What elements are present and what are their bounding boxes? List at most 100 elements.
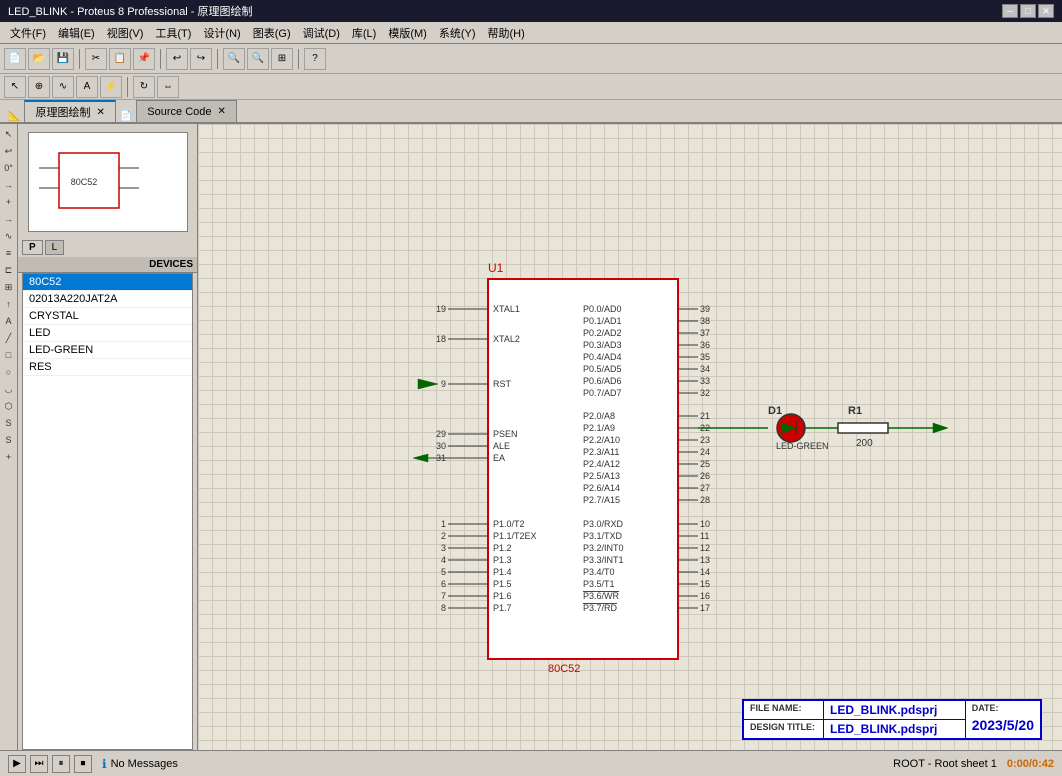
left-mirror[interactable]: → (1, 177, 17, 193)
svg-text:19: 19 (436, 304, 446, 314)
menu-system[interactable]: 系统(Y) (433, 23, 482, 43)
redo-button[interactable]: ↪ (190, 48, 212, 70)
save-button[interactable]: 💾 (52, 48, 74, 70)
left-label[interactable]: ⊏ (1, 262, 17, 278)
device-item-2[interactable]: CRYSTAL (23, 308, 192, 325)
menu-template[interactable]: 模版(M) (382, 23, 433, 43)
menu-help[interactable]: 帮助(H) (482, 23, 531, 43)
menu-design[interactable]: 设计(N) (197, 23, 246, 43)
wire-button[interactable]: ∿ (52, 76, 74, 98)
svg-text:80C52: 80C52 (70, 177, 97, 187)
device-list[interactable]: 80C52 02013A220JAT2A CRYSTAL LED LED-GRE… (22, 273, 193, 750)
play-button[interactable]: ▶ (8, 755, 26, 773)
svg-text:P0.3/AD3: P0.3/AD3 (583, 340, 622, 350)
tab-schematic-close[interactable]: ✕ (96, 107, 104, 118)
menu-debug[interactable]: 调试(D) (297, 23, 346, 43)
left-circle[interactable]: ○ (1, 364, 17, 380)
left-component[interactable]: + (1, 194, 17, 210)
left-wire[interactable]: ∿ (1, 228, 17, 244)
left-rect[interactable]: □ (1, 347, 17, 363)
left-script[interactable]: S (1, 415, 17, 431)
schematic-canvas[interactable]: U1 80C52 19 XTAL1 18 XTAL2 9 RST 29 PSEN (198, 124, 1062, 750)
undo-button[interactable]: ↩ (166, 48, 188, 70)
svg-text:10: 10 (700, 519, 710, 529)
menu-graph[interactable]: 图表(G) (247, 23, 297, 43)
svg-text:9: 9 (441, 379, 446, 389)
left-line[interactable]: ╱ (1, 330, 17, 346)
svg-text:39: 39 (700, 304, 710, 314)
power-button[interactable]: ⚡ (100, 76, 122, 98)
tab-schematic[interactable]: 原理图绘制 ✕ (24, 100, 115, 122)
paste-button[interactable]: 📌 (133, 48, 155, 70)
left-redo[interactable]: 0° (1, 160, 17, 176)
svg-text:36: 36 (700, 340, 710, 350)
stop-button[interactable]: ⏹ (74, 755, 92, 773)
svg-text:P3.4/T0: P3.4/T0 (583, 567, 615, 577)
sidebar: 80C52 P L DEVICES 80C52 02013A220JAT2A C… (18, 124, 198, 750)
left-poly[interactable]: ⬡ (1, 398, 17, 414)
select-button[interactable]: ↖ (4, 76, 26, 98)
tab-sourcecode[interactable]: Source Code ✕ (136, 100, 237, 122)
fit-button[interactable]: ⊞ (271, 48, 293, 70)
zoom-in-button[interactable]: 🔍 (223, 48, 245, 70)
left-power[interactable]: ⊞ (1, 279, 17, 295)
status-controls: ▶ ⏭ ⏸ ⏹ (8, 755, 92, 773)
left-arc[interactable]: ◡ (1, 381, 17, 397)
menu-file[interactable]: 文件(F) (4, 23, 52, 43)
svg-text:28: 28 (700, 495, 710, 505)
close-button[interactable]: ✕ (1038, 4, 1054, 18)
cut-button[interactable]: ✂ (85, 48, 107, 70)
svg-text:21: 21 (700, 411, 710, 421)
label-button[interactable]: A (76, 76, 98, 98)
tab-icon-schematic: 📐 (4, 111, 24, 122)
device-item-0[interactable]: 80C52 (23, 274, 192, 291)
menu-library[interactable]: 库(L) (346, 23, 382, 43)
menu-view[interactable]: 视图(V) (101, 23, 150, 43)
left-sym[interactable]: S (1, 432, 17, 448)
svg-text:P1.1/T2EX: P1.1/T2EX (493, 531, 537, 541)
svg-text:P3.1/TXD: P3.1/TXD (583, 531, 623, 541)
left-text[interactable]: A (1, 313, 17, 329)
svg-text:24: 24 (700, 447, 710, 457)
tab-l[interactable]: L (45, 240, 65, 255)
svg-text:11: 11 (700, 531, 709, 541)
tab-sourcecode-close[interactable]: ✕ (218, 106, 226, 117)
zoom-out-button[interactable]: 🔍 (247, 48, 269, 70)
file-name-value: LED_BLINK.pdsprj (824, 701, 965, 719)
rotate-button[interactable]: ↻ (133, 76, 155, 98)
maximize-button[interactable]: □ (1020, 4, 1036, 18)
left-undo[interactable]: ↩ (1, 143, 17, 159)
svg-text:P2.2/A10: P2.2/A10 (583, 435, 620, 445)
left-plus[interactable]: + (1, 449, 17, 465)
menu-tools[interactable]: 工具(T) (149, 23, 197, 43)
svg-text:P0.1/AD1: P0.1/AD1 (583, 316, 622, 326)
svg-text:P3.2/INT0: P3.2/INT0 (583, 543, 624, 553)
left-junction[interactable]: → (1, 211, 17, 227)
copy-button[interactable]: 📋 (109, 48, 131, 70)
minimize-button[interactable]: ─ (1002, 4, 1018, 18)
help-button[interactable]: ? (304, 48, 326, 70)
menu-edit[interactable]: 编辑(E) (52, 23, 101, 43)
step-button[interactable]: ⏭ (30, 755, 48, 773)
tab-p[interactable]: P (22, 240, 43, 255)
svg-text:200: 200 (856, 438, 873, 449)
svg-text:P0.5/AD5: P0.5/AD5 (583, 364, 622, 374)
component-button[interactable]: ⊕ (28, 76, 50, 98)
sep4 (298, 49, 299, 69)
device-item-5[interactable]: RES (23, 359, 192, 376)
left-select[interactable]: ↖ (1, 126, 17, 142)
status-root: ROOT - Root sheet 1 (893, 758, 997, 770)
file-name-label: FILE NAME: (744, 701, 824, 719)
device-item-4[interactable]: LED-GREEN (23, 342, 192, 359)
left-bus[interactable]: ≡ (1, 245, 17, 261)
open-button[interactable]: 📂 (28, 48, 50, 70)
toolbar-main: 📄 📂 💾 ✂ 📋 📌 ↩ ↪ 🔍 🔍 ⊞ ? (0, 44, 1062, 74)
svg-text:15: 15 (700, 579, 710, 589)
pause-button[interactable]: ⏸ (52, 755, 70, 773)
device-item-1[interactable]: 02013A220JAT2A (23, 291, 192, 308)
mirror-button[interactable]: ⇔ (157, 76, 179, 98)
left-port[interactable]: ↑ (1, 296, 17, 312)
new-button[interactable]: 📄 (4, 48, 26, 70)
device-item-3[interactable]: LED (23, 325, 192, 342)
svg-text:1: 1 (441, 519, 446, 529)
